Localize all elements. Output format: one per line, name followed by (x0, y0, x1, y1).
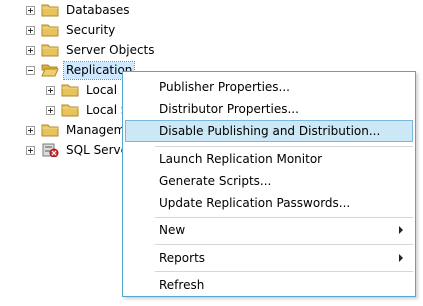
menu-item-update-replication-passwords[interactable]: Update Replication Passwords... (125, 192, 413, 214)
tree-node-local-subscriptions[interactable]: Local S (46, 100, 131, 120)
expand-icon[interactable] (26, 145, 35, 155)
tree-node-local-publications[interactable]: Local P (46, 80, 130, 100)
folder-icon (41, 23, 59, 37)
menu-item-publisher-properties[interactable]: Publisher Properties... (125, 76, 413, 98)
tree-node-sql-server-agent[interactable]: SQL Serve (26, 140, 130, 160)
sql-agent-stopped-icon (41, 143, 59, 157)
replication-context-menu: Publisher Properties... Distributor Prop… (122, 71, 416, 297)
tree-node-label: Security (66, 22, 116, 37)
menu-separator (155, 146, 413, 147)
menu-separator (155, 244, 413, 245)
folder-icon (41, 123, 59, 137)
collapse-icon[interactable] (26, 65, 35, 75)
tree-node-label: SQL Serve (66, 142, 128, 157)
expand-icon[interactable] (26, 125, 35, 135)
tree-node-replication[interactable]: Replication (26, 60, 136, 80)
menu-item-refresh[interactable]: Refresh (125, 274, 413, 296)
menu-item-disable-publishing-distribution[interactable]: Disable Publishing and Distribution... (125, 120, 413, 142)
folder-icon (41, 3, 59, 17)
tree-node-label: Server Objects (66, 42, 155, 57)
menu-item-reports[interactable]: Reports (125, 247, 413, 269)
submenu-arrow-icon (399, 226, 403, 234)
folder-icon (41, 43, 59, 57)
menu-item-launch-replication-monitor[interactable]: Launch Replication Monitor (125, 148, 413, 170)
expand-icon[interactable] (26, 5, 35, 15)
tree-node-databases[interactable]: Databases (26, 0, 132, 20)
expand-icon[interactable] (46, 85, 55, 95)
expand-icon[interactable] (46, 105, 55, 115)
tree-node-security[interactable]: Security (26, 20, 117, 40)
folder-open-icon (41, 63, 59, 77)
folder-icon (61, 83, 79, 97)
expand-icon[interactable] (26, 45, 35, 55)
menu-separator (155, 217, 413, 218)
tree-node-server-objects[interactable]: Server Objects (26, 40, 157, 60)
tree-node-management[interactable]: Manageme (26, 120, 135, 140)
folder-icon (61, 103, 79, 117)
menu-item-generate-scripts[interactable]: Generate Scripts... (125, 170, 413, 192)
tree-node-label: Databases (66, 2, 130, 17)
menu-separator (155, 271, 413, 272)
expand-icon[interactable] (26, 25, 35, 35)
menu-item-new[interactable]: New (125, 219, 413, 241)
menu-item-distributor-properties[interactable]: Distributor Properties... (125, 98, 413, 120)
submenu-arrow-icon (399, 254, 403, 262)
